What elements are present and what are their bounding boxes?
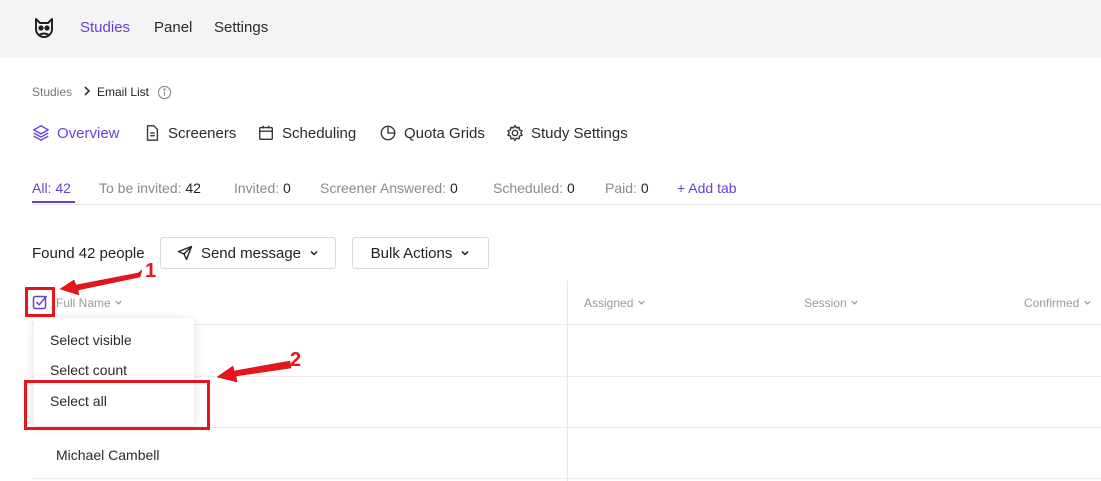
column-header-confirmed[interactable]: Confirmed xyxy=(1024,296,1092,310)
send-message-label: Send message xyxy=(200,244,302,262)
column-header-label: Full Name xyxy=(56,296,111,310)
layers-icon xyxy=(33,125,49,141)
filter-tab-label: To be invited: xyxy=(99,180,182,196)
chevron-down-icon xyxy=(1084,300,1091,305)
bulk-actions-button[interactable]: Bulk Actions xyxy=(352,237,489,269)
tab-screeners-label: Screeners xyxy=(168,124,237,142)
filter-tab-label: Scheduled: xyxy=(493,180,564,196)
send-message-button[interactable]: Send message xyxy=(160,237,336,269)
pie-chart-icon xyxy=(380,125,396,141)
chevron-down-icon xyxy=(310,250,318,256)
filter-tab-count: 0 xyxy=(566,180,575,196)
filter-tab-paid[interactable]: Paid: 0 xyxy=(605,180,649,196)
column-header-label: Session xyxy=(804,296,847,310)
tab-scheduling[interactable]: Scheduling xyxy=(257,124,356,142)
active-tab-underline xyxy=(32,201,75,203)
annotation-label-2: 2 xyxy=(290,349,302,371)
filter-tab-label: Screener Answered: xyxy=(320,180,447,196)
bulk-actions-label: Bulk Actions xyxy=(370,244,453,262)
tab-scheduling-label: Scheduling xyxy=(282,124,357,142)
filter-tabs-divider xyxy=(32,204,1101,205)
add-tab-button[interactable]: + Add tab xyxy=(677,180,737,196)
calendar-icon xyxy=(259,125,273,140)
chevron-down-icon xyxy=(461,250,469,256)
column-divider xyxy=(567,281,568,481)
column-header-label: Assigned xyxy=(584,296,634,310)
nav-item-studies[interactable]: Studies xyxy=(80,19,130,36)
chevron-down-icon xyxy=(851,300,858,305)
breadcrumb-current: Email List xyxy=(97,85,150,99)
column-header-full-name[interactable]: Full Name xyxy=(56,296,123,310)
menu-item-select-visible[interactable]: Select visible xyxy=(50,332,132,348)
filter-tab-count: 0 xyxy=(283,180,291,196)
chevron-right-icon xyxy=(84,86,91,96)
tab-overview-label: Overview xyxy=(57,124,120,142)
table-row-name[interactable]: Michael Cambell xyxy=(56,447,159,463)
filter-tab-invited[interactable]: Invited: 0 xyxy=(234,180,291,196)
filter-tab-label: All: xyxy=(32,180,52,196)
filter-tab-count: 0 xyxy=(449,180,458,196)
breadcrumb-studies[interactable]: Studies xyxy=(32,85,72,99)
tab-study-settings-label: Study Settings xyxy=(531,124,628,142)
top-navigation-bar: Studies Panel Settings xyxy=(0,0,1101,58)
annotation-label-1: 1 xyxy=(145,260,157,282)
send-icon xyxy=(177,245,193,261)
filter-tab-label: Invited: xyxy=(234,180,280,196)
tab-screeners[interactable]: Screeners xyxy=(143,124,236,142)
nav-item-settings[interactable]: Settings xyxy=(214,19,268,36)
column-header-label: Confirmed xyxy=(1024,296,1080,310)
owl-logo-icon[interactable] xyxy=(32,16,56,40)
filter-tab-count: 42 xyxy=(185,180,201,196)
filter-tab-screener-answered[interactable]: Screener Answered: 0 xyxy=(320,180,458,196)
filter-tab-count: 42 xyxy=(55,180,71,196)
annotation-arrow-2 xyxy=(216,360,292,383)
info-icon[interactable] xyxy=(157,85,172,100)
filter-tab-scheduled[interactable]: Scheduled: 0 xyxy=(493,180,575,196)
menu-item-select-count[interactable]: Select count xyxy=(50,362,127,378)
chevron-down-icon xyxy=(115,300,122,305)
annotation-box-2 xyxy=(24,380,210,430)
filter-tab-to-be-invited[interactable]: To be invited: 42 xyxy=(99,180,201,196)
tab-quota-grids-label: Quota Grids xyxy=(404,124,485,142)
tab-overview[interactable]: Overview xyxy=(32,124,120,142)
column-header-assigned[interactable]: Assigned xyxy=(584,296,646,310)
chevron-down-icon xyxy=(638,300,645,305)
document-icon xyxy=(146,125,159,141)
nav-item-panel[interactable]: Panel xyxy=(154,19,192,36)
column-header-session[interactable]: Session xyxy=(804,296,859,310)
tab-quota-grids[interactable]: Quota Grids xyxy=(379,124,485,142)
filter-tab-all[interactable]: All: 42 xyxy=(32,180,71,196)
found-count-text: Found 42 people xyxy=(32,245,145,262)
row-divider xyxy=(32,478,1101,479)
filter-tab-label: Paid: xyxy=(605,180,637,196)
filter-tab-count: 0 xyxy=(640,180,649,196)
gear-icon xyxy=(507,124,523,142)
tab-study-settings[interactable]: Study Settings xyxy=(506,124,628,142)
annotation-arrow-1 xyxy=(59,269,143,296)
annotation-box-1 xyxy=(25,287,55,317)
